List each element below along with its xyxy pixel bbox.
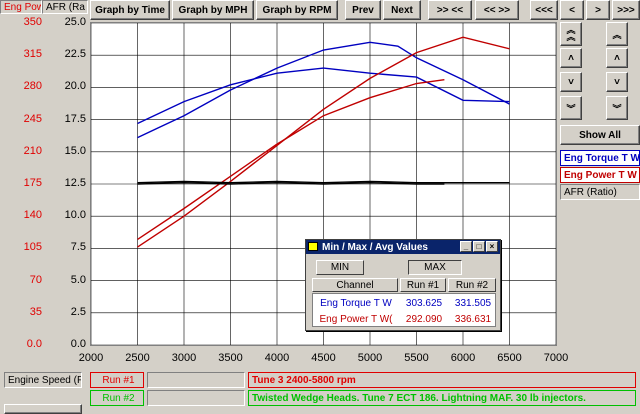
power-axis-tick: 0.0 xyxy=(26,338,42,350)
rpm-axis-tick: 7000 xyxy=(543,352,569,364)
power-axis-tick: 245 xyxy=(23,112,42,125)
afr-axis-tick: 12.5 xyxy=(64,177,86,189)
dialog-title: Min / Max / Avg Values xyxy=(322,241,428,253)
scroll-far-left-button[interactable]: <<< xyxy=(530,0,558,20)
power-axis-tick: 105 xyxy=(23,241,42,254)
stats-row-torque-run2: 331.505 xyxy=(454,297,492,309)
afr-axis-tick: 10.0 xyxy=(64,209,86,222)
run1-label[interactable]: Run #1 xyxy=(90,372,144,388)
engine-speed-label[interactable]: Engine Speed (F xyxy=(4,372,82,388)
channel-label-eng-power[interactable]: Eng Pow xyxy=(0,0,42,14)
stats-row-power-run2: 336.631 xyxy=(454,313,492,325)
expand-up-button[interactable]: ︽ ︽ xyxy=(560,22,582,46)
up-button-2[interactable]: ˄ xyxy=(606,48,628,68)
expand-down-button[interactable]: ︾ xyxy=(560,96,582,120)
run2-value xyxy=(147,390,245,406)
zoom-out-button[interactable]: << >> xyxy=(475,0,519,20)
scroll-far-right-button[interactable]: >>> xyxy=(612,0,640,20)
stats-row-power-channel: Eng Power T W( xyxy=(319,313,393,325)
power-axis-tick: 70 xyxy=(29,273,42,286)
scroll-right-button[interactable]: > xyxy=(586,0,610,20)
power-axis-tick: 315 xyxy=(23,48,42,61)
legend-afr[interactable]: AFR (Ratio) xyxy=(560,184,640,200)
graph-by-time-button[interactable]: Graph by Time xyxy=(90,0,170,20)
afr-axis-tick: 0.0 xyxy=(70,338,86,350)
expand-down-button-2[interactable]: ︾ xyxy=(606,96,628,120)
maximize-icon[interactable]: □ xyxy=(473,241,485,252)
rpm-axis-tick: 5500 xyxy=(404,352,429,364)
afr-axis-tick: 7.5 xyxy=(70,241,86,254)
legend-torque[interactable]: Eng Torque T W xyxy=(560,150,640,166)
graph-by-rpm-button[interactable]: Graph by RPM xyxy=(256,0,338,20)
rpm-axis-tick: 4500 xyxy=(311,352,336,364)
power-axis-tick: 210 xyxy=(23,144,42,157)
up-button[interactable]: ˄ xyxy=(560,48,582,68)
legend-power[interactable]: Eng Power T W xyxy=(560,167,640,183)
dialog-app-icon xyxy=(308,242,318,251)
graph-by-mph-button[interactable]: Graph by MPH xyxy=(172,0,254,20)
rpm-axis-tick: 2000 xyxy=(78,352,104,364)
max-tab[interactable]: MAX xyxy=(408,260,462,275)
stats-row-power-run1: 292.090 xyxy=(405,313,443,325)
prev-button[interactable]: Prev xyxy=(345,0,381,20)
col-channel-header: Channel xyxy=(312,278,398,292)
power-axis-tick: 280 xyxy=(23,80,42,93)
expand-up-button-2[interactable]: ︽ xyxy=(606,22,628,46)
rpm-axis-tick: 6500 xyxy=(497,352,522,364)
rpm-axis-tick: 2500 xyxy=(125,352,150,364)
stats-row-torque-run1: 303.625 xyxy=(405,297,443,309)
zoom-in-button[interactable]: >> << xyxy=(428,0,472,20)
afr-axis-tick: 20.0 xyxy=(64,80,86,93)
rpm-axis-tick: 3500 xyxy=(218,352,243,364)
power-axis-tick: 175 xyxy=(23,177,42,189)
scroll-left-button[interactable]: < xyxy=(560,0,584,20)
power-axis-tick: 350 xyxy=(23,16,42,28)
engine-speed-button[interactable] xyxy=(4,404,82,414)
run1-value xyxy=(147,372,245,388)
rpm-axis-tick: 5000 xyxy=(357,352,383,364)
run1-description: Tune 3 2400-5800 rpm xyxy=(248,372,636,388)
channel-label-afr[interactable]: AFR (Ra xyxy=(42,0,88,14)
afr-axis-tick: 25.0 xyxy=(64,16,86,28)
series-line xyxy=(137,79,445,240)
dialog-title-bar[interactable]: Min / Max / Avg Values _ □ × xyxy=(306,240,500,254)
rpm-axis-tick: 6000 xyxy=(450,352,476,364)
afr-axis-tick: 2.5 xyxy=(70,305,86,318)
next-button[interactable]: Next xyxy=(383,0,421,20)
down-button[interactable]: ˅ xyxy=(560,72,582,92)
show-all-button[interactable]: Show All xyxy=(560,125,640,145)
down-button-2[interactable]: ˅ xyxy=(606,72,628,92)
afr-axis-tick: 17.5 xyxy=(64,112,86,125)
min-tab[interactable]: MIN xyxy=(316,260,364,275)
minimize-icon[interactable]: _ xyxy=(460,241,472,252)
afr-axis-tick: 22.5 xyxy=(64,48,86,61)
stats-row-torque-channel: Eng Torque T W xyxy=(320,297,392,309)
stats-table: Eng Torque T W 303.625 331.505 Eng Power… xyxy=(312,293,496,327)
afr-axis-tick: 15.0 xyxy=(64,144,86,157)
run2-description: Twisted Wedge Heads. Tune 7 ECT 186. Lig… xyxy=(248,390,636,406)
rpm-axis-tick: 3000 xyxy=(171,352,197,364)
col-run2-header: Run #2 xyxy=(448,278,496,292)
col-run1-header: Run #1 xyxy=(400,278,446,292)
run2-label[interactable]: Run #2 xyxy=(90,390,144,406)
min-max-avg-dialog[interactable]: Min / Max / Avg Values _ □ × MIN MAX Cha… xyxy=(305,239,501,331)
close-icon[interactable]: × xyxy=(486,241,498,252)
rpm-axis-tick: 4000 xyxy=(264,352,290,364)
afr-axis-tick: 5.0 xyxy=(70,273,86,286)
power-axis-tick: 35 xyxy=(29,305,42,318)
power-axis-tick: 140 xyxy=(23,209,42,222)
